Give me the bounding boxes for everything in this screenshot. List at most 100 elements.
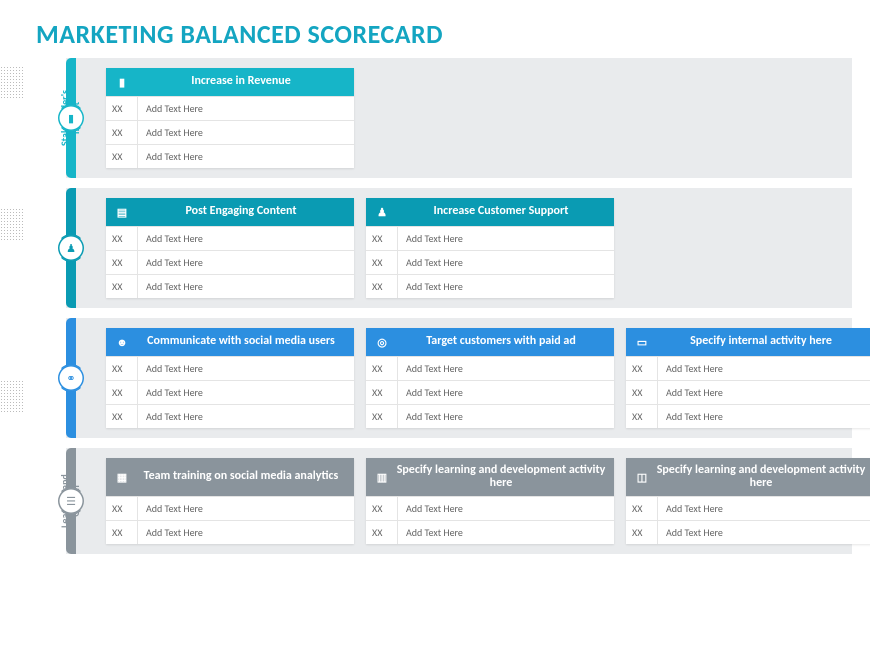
row-text: Add Text Here [398, 521, 614, 544]
board-icon: ▥ [374, 471, 390, 484]
row-text: Add Text Here [138, 357, 354, 380]
page-title: MARKETING BALANCED SCORECARD [0, 0, 870, 58]
box-icon: ◫ [634, 471, 650, 484]
section-body: ▮Increase in RevenueXXAdd Text HereXXAdd… [66, 58, 852, 178]
scorecard-card: ◫Specify learning and development activi… [626, 458, 870, 544]
scorecard-card: ▦ Team training on social media analytics… [106, 458, 354, 544]
section-body: ☻Communicate with social media usersXXAd… [66, 318, 852, 438]
row-text: Add Text Here [138, 497, 354, 520]
card-title: Communicate with social media users [136, 335, 346, 348]
table-row: XXAdd Text Here [626, 404, 870, 428]
card-header: ☻ Communicate with social media users [106, 328, 354, 356]
table-row: XXAdd Text Here [366, 356, 614, 380]
section-body: ▦ Team training on social media analytics… [66, 448, 852, 554]
chat-icon: ☻ [114, 336, 130, 349]
table-row: XXAdd Text Here [366, 250, 614, 274]
scorecard-card: ◎Target customers with paid adXXAdd Text… [366, 328, 614, 428]
monitor-icon: ▭ [634, 336, 650, 349]
row-code: XX [106, 497, 138, 520]
scorecard-card: ♟Increase Customer SupportXXAdd Text Her… [366, 198, 614, 298]
table-row: XXAdd Text Here [106, 250, 354, 274]
row-code: XX [626, 357, 658, 380]
row-text: Add Text Here [398, 227, 614, 250]
card-title: Post Engaging Content [136, 205, 346, 218]
row-text: Add Text Here [398, 251, 614, 274]
table-row: XXAdd Text Here [626, 496, 870, 520]
row-text: Add Text Here [138, 275, 354, 298]
row-text: Add Text Here [138, 405, 354, 428]
table-row: XXAdd Text Here [106, 496, 354, 520]
scorecard-card: ▭Specify internal activity hereXXAdd Tex… [626, 328, 870, 428]
bar-chart-icon: ▮ [114, 76, 130, 89]
row-code: XX [106, 97, 138, 120]
table-row: XXAdd Text Here [106, 144, 354, 168]
card-header: ▥ Specify learning and development activi… [366, 458, 614, 496]
table-row: XXAdd Text Here [366, 226, 614, 250]
row-code: XX [366, 227, 398, 250]
table-row: XXAdd Text Here [106, 356, 354, 380]
card-title: Specify internal activity here [656, 335, 866, 348]
row-text: Add Text Here [138, 145, 354, 168]
table-row: XXAdd Text Here [366, 520, 614, 544]
card-title: Increase Customer Support [396, 205, 606, 218]
row-code: XX [626, 497, 658, 520]
person-icon: ♟ [58, 235, 84, 261]
row-code: XX [366, 405, 398, 428]
row-code: XX [106, 227, 138, 250]
table-row: XXAdd Text Here [366, 380, 614, 404]
person-icon: ♟ [374, 206, 390, 219]
card-header: ▤ Post Engaging Content [106, 198, 354, 226]
row-code: XX [366, 275, 398, 298]
row-code: XX [106, 405, 138, 428]
bar-chart-icon: ▮ [58, 105, 84, 131]
target-icon: ◎ [374, 336, 390, 349]
card-header: ◎Target customers with paid ad [366, 328, 614, 356]
card-header: ▭ Specify internal activity here [626, 328, 870, 356]
table-row: XXAdd Text Here [106, 274, 354, 298]
row-text: Add Text Here [138, 227, 354, 250]
row-code: XX [106, 357, 138, 380]
row-code: XX [366, 357, 398, 380]
row-code: XX [106, 521, 138, 544]
row-text: Add Text Here [398, 497, 614, 520]
row-code: XX [626, 521, 658, 544]
row-text: Add Text Here [658, 497, 870, 520]
team-icon: ▦ [114, 471, 130, 484]
row-text: Add Text Here [398, 357, 614, 380]
table-row: XXAdd Text Here [106, 120, 354, 144]
row-text: Add Text Here [658, 521, 870, 544]
row-code: XX [106, 275, 138, 298]
card-header: ▦ Team training on social media analytics [106, 458, 354, 496]
table-row: XXAdd Text Here [106, 520, 354, 544]
table-row: XXAdd Text Here [626, 520, 870, 544]
card-title: Team training on social media analytics [136, 470, 346, 483]
row-code: XX [106, 145, 138, 168]
row-code: XX [106, 121, 138, 144]
table-row: XXAdd Text Here [626, 380, 870, 404]
row-text: Add Text Here [658, 357, 870, 380]
row-code: XX [366, 381, 398, 404]
row-code: XX [366, 521, 398, 544]
clipboard-icon: ▤ [114, 206, 130, 219]
handshake-icon: ⚭ [58, 365, 84, 391]
table-row: XXAdd Text Here [106, 226, 354, 250]
row-code: XX [626, 405, 658, 428]
row-text: Add Text Here [138, 381, 354, 404]
table-row: XXAdd Text Here [106, 404, 354, 428]
card-title: Specify learning and development activit… [396, 464, 606, 490]
card-header: ◫Specify learning and development activi… [626, 458, 870, 496]
card-title: Increase in Revenue [136, 75, 346, 88]
row-text: Add Text Here [398, 381, 614, 404]
row-code: XX [106, 381, 138, 404]
row-text: Add Text Here [138, 251, 354, 274]
row-text: Add Text Here [138, 521, 354, 544]
table-row: XXAdd Text Here [626, 356, 870, 380]
card-header: ♟ Increase Customer Support [366, 198, 614, 226]
clipboard-list-icon: ☰ [58, 488, 84, 514]
table-row: XXAdd Text Here [366, 496, 614, 520]
row-text: Add Text Here [138, 121, 354, 144]
row-text: Add Text Here [398, 405, 614, 428]
section-body: ▤Post Engaging ContentXXAdd Text HereXXA… [66, 188, 852, 308]
row-code: XX [366, 251, 398, 274]
row-text: Add Text Here [398, 275, 614, 298]
